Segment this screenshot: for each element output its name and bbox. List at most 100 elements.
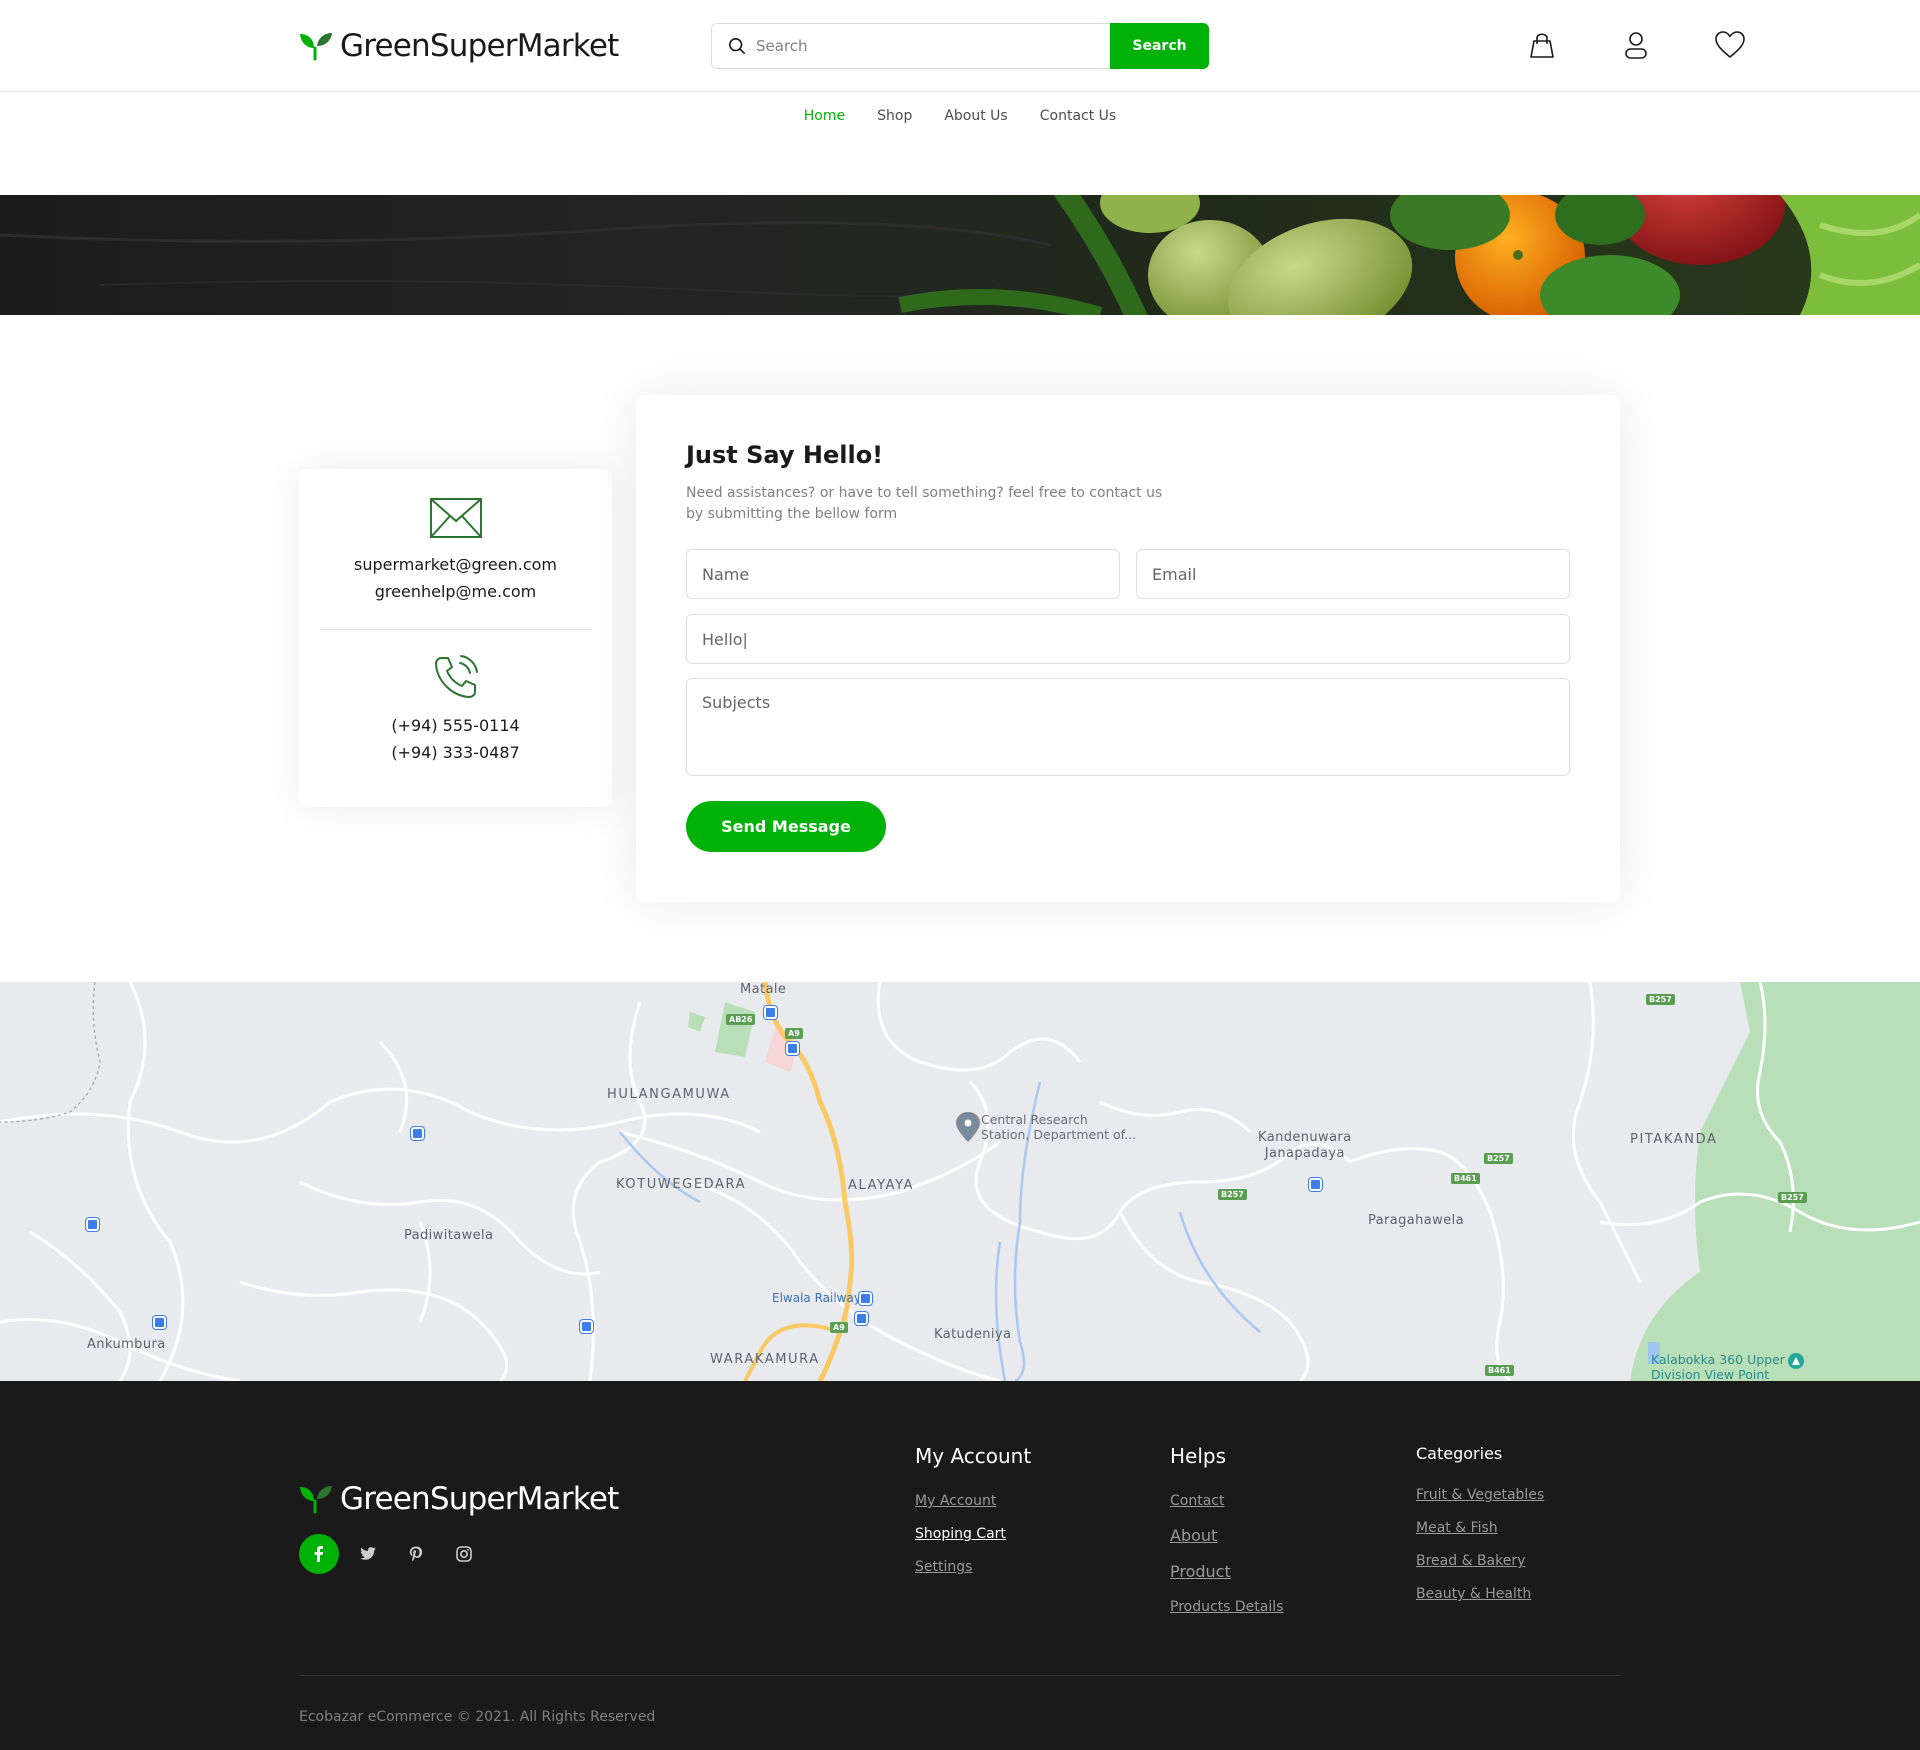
phone-number[interactable]: (+94) 555-0114 bbox=[299, 712, 612, 739]
site-header: GreenSuperMarket Search bbox=[0, 0, 1920, 92]
contact-info-card: supermarket@green.com greenhelp@me.com (… bbox=[299, 469, 612, 807]
email-address[interactable]: supermarket@green.com bbox=[299, 551, 612, 578]
contact-form-card: Just Say Hello! Need assistances? or hav… bbox=[636, 395, 1620, 902]
footer-brand-name: GreenSuperMarket bbox=[340, 1481, 619, 1517]
search-input[interactable] bbox=[756, 37, 1096, 55]
nav-about-us[interactable]: About Us bbox=[944, 108, 1007, 124]
footer-link-product[interactable]: Product bbox=[1170, 1562, 1231, 1581]
pinterest-link[interactable] bbox=[396, 1534, 436, 1574]
footer-link-my-account[interactable]: My Account bbox=[915, 1493, 996, 1509]
map-label: Katudeniya bbox=[934, 1327, 1012, 1342]
brand-name: GreenSuperMarket bbox=[340, 28, 619, 64]
map-label: WARAKAMURA bbox=[710, 1352, 820, 1367]
wishlist-button[interactable] bbox=[1713, 28, 1747, 62]
main-nav: Home Shop About Us Contact Us bbox=[0, 108, 1920, 124]
pinterest-icon bbox=[409, 1546, 423, 1562]
heart-icon bbox=[1715, 31, 1745, 58]
footer-link-fruit-vegetables[interactable]: Fruit & Vegetables bbox=[1416, 1487, 1544, 1503]
bus-stop-icon[interactable] bbox=[855, 1312, 868, 1325]
leaf-logo-icon bbox=[300, 1486, 332, 1514]
nav-shop[interactable]: Shop bbox=[877, 108, 912, 124]
road-badge: B257 bbox=[1778, 1192, 1807, 1203]
site-footer: GreenSuperMarket My Account My Account S… bbox=[0, 1381, 1920, 1750]
nav-home[interactable]: Home bbox=[804, 108, 845, 124]
brand-logo[interactable]: GreenSuperMarket bbox=[299, 28, 619, 64]
footer-link-bread-bakery[interactable]: Bread & Bakery bbox=[1416, 1553, 1525, 1569]
road-badge: B257 bbox=[1646, 994, 1675, 1005]
road-badge: B257 bbox=[1484, 1153, 1513, 1164]
message-field[interactable] bbox=[686, 614, 1570, 664]
subjects-field[interactable] bbox=[686, 678, 1570, 776]
location-map[interactable]: Matale HULANGAMUWA KOTUWEGEDARA ALAYAYA … bbox=[0, 982, 1920, 1381]
bus-stop-icon[interactable] bbox=[1309, 1178, 1322, 1191]
bus-stop-icon[interactable] bbox=[411, 1127, 424, 1140]
road-badge: B461 bbox=[1485, 1365, 1514, 1376]
email-field[interactable] bbox=[1136, 549, 1570, 599]
bus-stop-icon[interactable] bbox=[786, 1042, 799, 1055]
footer-link-contact[interactable]: Contact bbox=[1170, 1493, 1224, 1509]
road-badge: A9 bbox=[785, 1028, 803, 1039]
form-subtitle-line: by submitting the bellow form bbox=[686, 506, 898, 522]
phone-number[interactable]: (+94) 333-0487 bbox=[299, 739, 612, 766]
footer-link-about[interactable]: About bbox=[1170, 1526, 1217, 1545]
footer-heading-helps: Helps bbox=[1170, 1444, 1227, 1468]
map-label: ALAYAYA bbox=[848, 1178, 915, 1193]
map-label: Ankumbura bbox=[87, 1337, 166, 1352]
email-list: supermarket@green.com greenhelp@me.com bbox=[299, 551, 612, 605]
instagram-link[interactable] bbox=[444, 1534, 484, 1574]
footer-link-settings[interactable]: Settings bbox=[915, 1559, 972, 1575]
user-icon bbox=[1625, 32, 1647, 59]
road-badge: B257 bbox=[1218, 1189, 1247, 1200]
bus-stop-icon[interactable] bbox=[764, 1006, 777, 1019]
road-badge: B461 bbox=[1451, 1173, 1480, 1184]
footer-brand-logo[interactable]: GreenSuperMarket bbox=[299, 1481, 619, 1517]
form-title: Just Say Hello! bbox=[686, 441, 884, 469]
footer-link-products-details[interactable]: Products Details bbox=[1170, 1599, 1283, 1615]
form-subtitle: Need assistances? or have to tell someth… bbox=[686, 483, 1206, 525]
facebook-icon bbox=[314, 1546, 323, 1562]
map-label: HULANGAMUWA bbox=[607, 1087, 731, 1102]
facebook-link[interactable] bbox=[299, 1534, 339, 1574]
footer-divider bbox=[299, 1675, 1621, 1676]
map-label: Paragahawela bbox=[1368, 1213, 1464, 1228]
account-button[interactable] bbox=[1619, 28, 1653, 62]
send-message-button[interactable]: Send Message bbox=[686, 801, 886, 852]
footer-link-beauty-health[interactable]: Beauty & Health bbox=[1416, 1586, 1531, 1602]
map-label: Elwala Railway bbox=[772, 1291, 861, 1305]
nav-contact-us[interactable]: Contact Us bbox=[1040, 108, 1116, 124]
copyright-text: Ecobazar eCommerce © 2021. All Rights Re… bbox=[299, 1709, 656, 1725]
phone-list: (+94) 555-0114 (+94) 333-0487 bbox=[299, 712, 612, 766]
leaf-logo-icon bbox=[300, 33, 332, 61]
bus-stop-icon[interactable] bbox=[153, 1316, 166, 1329]
twitter-icon bbox=[360, 1547, 376, 1560]
twitter-link[interactable] bbox=[348, 1534, 388, 1574]
shopping-bag-icon bbox=[1530, 33, 1554, 58]
map-label: Matale bbox=[740, 982, 787, 997]
hero-banner-image bbox=[0, 195, 1920, 315]
email-address[interactable]: greenhelp@me.com bbox=[299, 578, 612, 605]
footer-link-meat-fish[interactable]: Meat & Fish bbox=[1416, 1520, 1498, 1536]
map-label: KOTUWEGEDARA bbox=[616, 1177, 747, 1192]
search-box bbox=[711, 23, 1110, 69]
form-subtitle-line: Need assistances? or have to tell someth… bbox=[686, 485, 1163, 501]
email-section-icon bbox=[299, 497, 612, 539]
instagram-icon bbox=[456, 1546, 472, 1562]
search-button[interactable]: Search bbox=[1110, 23, 1209, 69]
map-label: Kandenuwara Janapadaya bbox=[1258, 1130, 1352, 1161]
bus-stop-icon[interactable] bbox=[859, 1292, 872, 1305]
divider bbox=[319, 629, 592, 630]
bus-stop-icon[interactable] bbox=[86, 1218, 99, 1231]
footer-heading-my-account: My Account bbox=[915, 1444, 1032, 1468]
footer-link-shopping-cart[interactable]: Shoping Cart bbox=[915, 1526, 1006, 1542]
map-label: PITAKANDA bbox=[1630, 1132, 1718, 1147]
bus-stop-icon[interactable] bbox=[580, 1320, 593, 1333]
cart-button[interactable] bbox=[1525, 28, 1559, 62]
search-icon bbox=[728, 37, 746, 55]
map-label: Central Research Station, Department of..… bbox=[981, 1112, 1137, 1142]
name-field[interactable] bbox=[686, 549, 1120, 599]
footer-heading-categories: Categories bbox=[1416, 1444, 1503, 1463]
map-label: Padiwitawela bbox=[404, 1228, 494, 1243]
map-roads bbox=[0, 982, 1920, 1381]
phone-call-icon bbox=[434, 655, 478, 698]
envelope-icon bbox=[429, 498, 482, 538]
